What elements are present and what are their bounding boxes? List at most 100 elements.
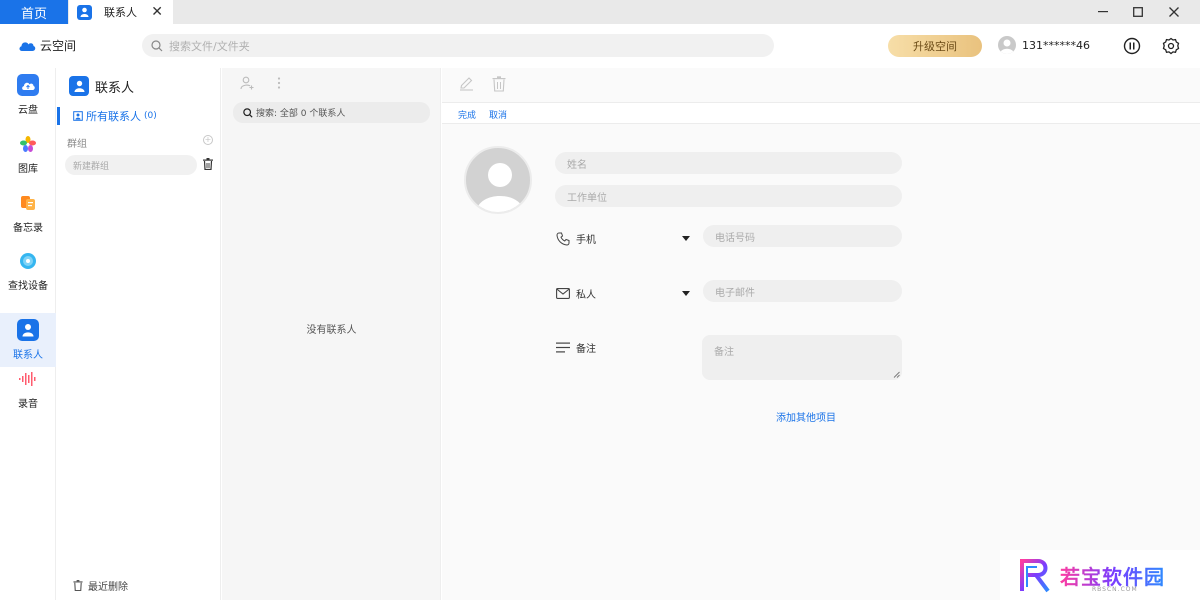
recently-deleted-link[interactable]: 最近删除 <box>73 578 128 593</box>
add-more-fields-link[interactable]: 添加其他项目 <box>776 409 836 424</box>
contact-detail-panel: 完成 取消 姓名 工作单位 手机 电话号码 私人 电子邮件 备注 备注 添加其他… <box>442 68 1200 600</box>
settings-button[interactable] <box>1161 36 1181 56</box>
gear-icon <box>1162 37 1180 55</box>
company-field[interactable]: 工作单位 <box>555 185 902 207</box>
contact-search-placeholder: 搜索: 全部 0 个联系人 <box>256 109 346 119</box>
resize-handle-icon[interactable] <box>893 371 900 378</box>
user-account[interactable]: 131******46 <box>998 36 1090 54</box>
more-options-button[interactable] <box>276 76 282 93</box>
panel-title: 联系人 <box>69 76 134 96</box>
watermark-logo: 若宝软件园 RBSCN.COM <box>1000 550 1200 600</box>
notes-label: 备注 <box>576 344 596 355</box>
cloud-logo-icon <box>19 42 36 51</box>
all-contacts-count: (0) <box>144 111 157 121</box>
nav-label: 联系人 <box>13 350 43 361</box>
gallery-icon <box>17 133 39 155</box>
panel-title-label: 联系人 <box>95 80 135 96</box>
pencil-icon <box>460 77 473 91</box>
nav-label: 云盘 <box>18 105 38 116</box>
more-vertical-icon <box>277 77 281 89</box>
notes-lines-icon <box>556 342 570 353</box>
find-device-icon <box>17 250 39 272</box>
contact-list-panel: 搜索: 全部 0 个联系人 没有联系人 <box>222 68 441 600</box>
edit-actions-bar: 完成 取消 <box>442 102 1200 124</box>
top-bar: 云空间 搜索文件/文件夹 升级空间 131******46 <box>0 24 1200 68</box>
left-nav: 云盘 图库 备忘录 查找设备 联系人 录音 <box>0 68 56 600</box>
cancel-button[interactable]: 取消 <box>489 108 507 121</box>
nav-label: 录音 <box>18 399 38 410</box>
chevron-down-icon[interactable] <box>682 236 690 241</box>
add-group-icon[interactable]: + <box>203 135 213 145</box>
notes-textarea[interactable]: 备注 <box>702 335 902 380</box>
name-placeholder: 姓名 <box>567 159 587 171</box>
nav-item-notes[interactable]: 备忘录 <box>0 186 56 240</box>
notes-icon <box>17 192 39 214</box>
nav-item-gallery[interactable]: 图库 <box>0 127 56 181</box>
email-placeholder: 电子邮件 <box>715 287 755 299</box>
delete-group-button[interactable] <box>203 158 213 173</box>
search-icon <box>151 39 163 51</box>
all-contacts-item[interactable]: 所有联系人 (0) <box>57 107 221 125</box>
nav-item-recorder[interactable]: 录音 <box>0 362 56 416</box>
close-window-button[interactable] <box>1157 0 1191 24</box>
search-icon <box>243 107 253 118</box>
recorder-icon <box>17 368 39 390</box>
trash-icon <box>492 76 506 92</box>
contacts-icon <box>17 319 39 341</box>
avatar <box>998 36 1016 54</box>
title-bar: 首页 联系人 ✕ <box>0 0 1200 24</box>
email-label: 私人 <box>576 290 596 301</box>
done-button[interactable]: 完成 <box>458 108 476 121</box>
company-placeholder: 工作单位 <box>567 192 607 204</box>
close-tab-icon[interactable]: ✕ <box>151 4 163 20</box>
notes-placeholder: 备注 <box>714 347 734 358</box>
name-field[interactable]: 姓名 <box>555 152 902 174</box>
new-group-placeholder: 新建群组 <box>73 161 110 172</box>
brand-name: 云空间 <box>40 39 77 53</box>
upgrade-button[interactable]: 升级空间 <box>888 35 982 57</box>
pause-sync-button[interactable] <box>1122 36 1142 56</box>
minimize-icon <box>1098 11 1108 13</box>
search-placeholder: 搜索文件/文件夹 <box>169 39 250 53</box>
maximize-button[interactable] <box>1121 0 1155 24</box>
tab-home[interactable]: 首页 <box>0 0 68 24</box>
phone-number-field[interactable]: 电话号码 <box>703 225 902 247</box>
nav-item-cloud-drive[interactable]: 云盘 <box>0 68 56 122</box>
brand[interactable]: 云空间 <box>18 37 76 54</box>
groups-label: 群组 <box>67 139 87 150</box>
search-input[interactable]: 搜索文件/文件夹 <box>142 34 774 57</box>
contact-photo[interactable] <box>464 146 532 214</box>
maximize-icon <box>1133 7 1143 17</box>
nav-label: 图库 <box>18 164 38 175</box>
address-book-icon <box>73 111 83 121</box>
contact-search-input[interactable]: 搜索: 全部 0 个联系人 <box>233 102 430 123</box>
watermark-subtext: RBSCN.COM <box>1092 586 1138 593</box>
cloud-drive-icon <box>17 74 39 96</box>
nav-item-contacts[interactable]: 联系人 <box>0 313 56 367</box>
email-field[interactable]: 电子邮件 <box>703 280 902 302</box>
trash-icon <box>73 580 83 591</box>
add-person-icon <box>240 76 254 90</box>
delete-contact-button[interactable] <box>492 76 506 95</box>
close-icon <box>1169 7 1179 17</box>
email-type-select[interactable]: 私人 <box>556 286 596 301</box>
person-silhouette-icon <box>476 163 524 212</box>
tab-contacts[interactable]: 联系人 ✕ <box>69 0 173 24</box>
phone-placeholder: 电话号码 <box>715 232 755 244</box>
recently-deleted-label: 最近删除 <box>88 582 128 593</box>
phone-icon <box>556 232 570 246</box>
edit-button[interactable] <box>459 76 474 94</box>
chevron-down-icon[interactable] <box>682 291 690 296</box>
contacts-icon <box>77 4 92 20</box>
minimize-button[interactable] <box>1086 0 1120 24</box>
trash-icon <box>203 158 213 171</box>
rbscn-logo-icon <box>1020 559 1050 593</box>
contacts-icon <box>69 76 89 96</box>
add-contact-button[interactable] <box>240 76 254 93</box>
phone-type-select[interactable]: 手机 <box>556 231 596 246</box>
mail-icon <box>556 288 570 299</box>
groups-panel: 联系人 所有联系人 (0) 群组 + 新建群组 最近删除 <box>57 68 221 600</box>
nav-label: 备忘录 <box>13 223 43 234</box>
new-group-input[interactable]: 新建群组 <box>65 155 197 175</box>
nav-item-find-device[interactable]: 查找设备 <box>0 244 56 298</box>
